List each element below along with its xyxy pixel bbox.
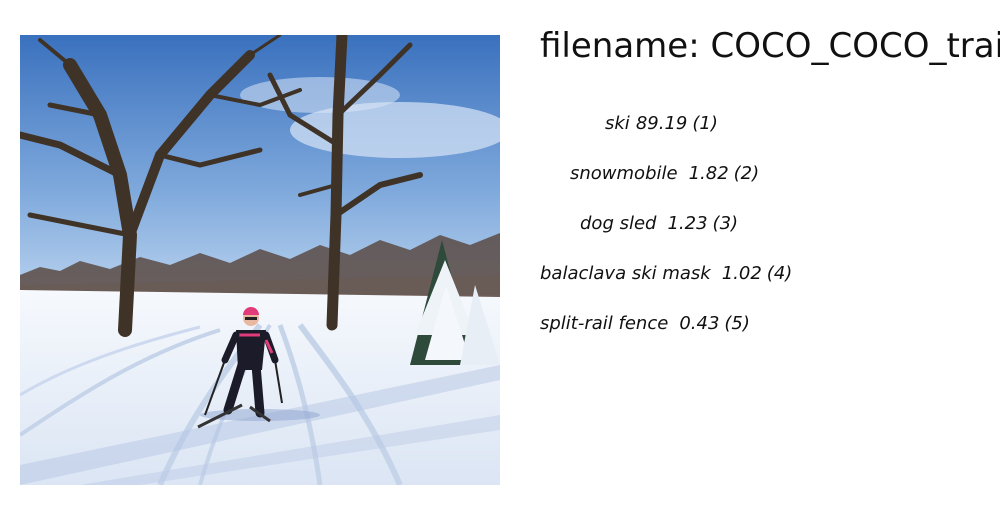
prediction-label: snowmobile xyxy=(570,162,678,184)
prediction-rank: (4) xyxy=(766,262,793,284)
prediction-item: snowmobile 1.82 (2) xyxy=(540,148,1000,198)
prediction-item: split-rail fence 0.43 (5) xyxy=(540,298,1000,348)
ski-photo xyxy=(20,35,500,485)
prediction-label: ski xyxy=(605,112,630,134)
prediction-item: dog sled 1.23 (3) xyxy=(540,198,1000,248)
prediction-label: split-rail fence xyxy=(540,312,669,334)
prediction-score: 1.02 xyxy=(721,262,762,284)
ski-scene-illustration xyxy=(20,35,500,485)
prediction-score: 1.82 xyxy=(688,162,729,184)
prediction-item: balaclava ski mask 1.02 (4) xyxy=(540,248,1000,298)
prediction-list: ski 89.19 (1) snowmobile 1.82 (2) dog sled 1.… xyxy=(540,98,1000,348)
filename-label: filename: COCO_COCO_train xyxy=(540,26,1000,66)
prediction-score: 1.23 xyxy=(667,212,708,234)
prediction-score: 0.43 xyxy=(679,312,720,334)
prediction-rank: (1) xyxy=(692,112,718,134)
page: filename: COCO_COCO_train ski 89.19 (1) sn… xyxy=(0,0,1000,520)
prediction-label: dog sled xyxy=(580,212,657,234)
prediction-rank: (2) xyxy=(733,162,760,184)
prediction-rank: (5) xyxy=(724,312,750,334)
prediction-item: ski 89.19 (1) xyxy=(540,98,1000,148)
prediction-rank: (3) xyxy=(712,212,739,234)
prediction-label: balaclava ski mask xyxy=(540,262,711,284)
prediction-score: 89.19 xyxy=(635,112,688,134)
